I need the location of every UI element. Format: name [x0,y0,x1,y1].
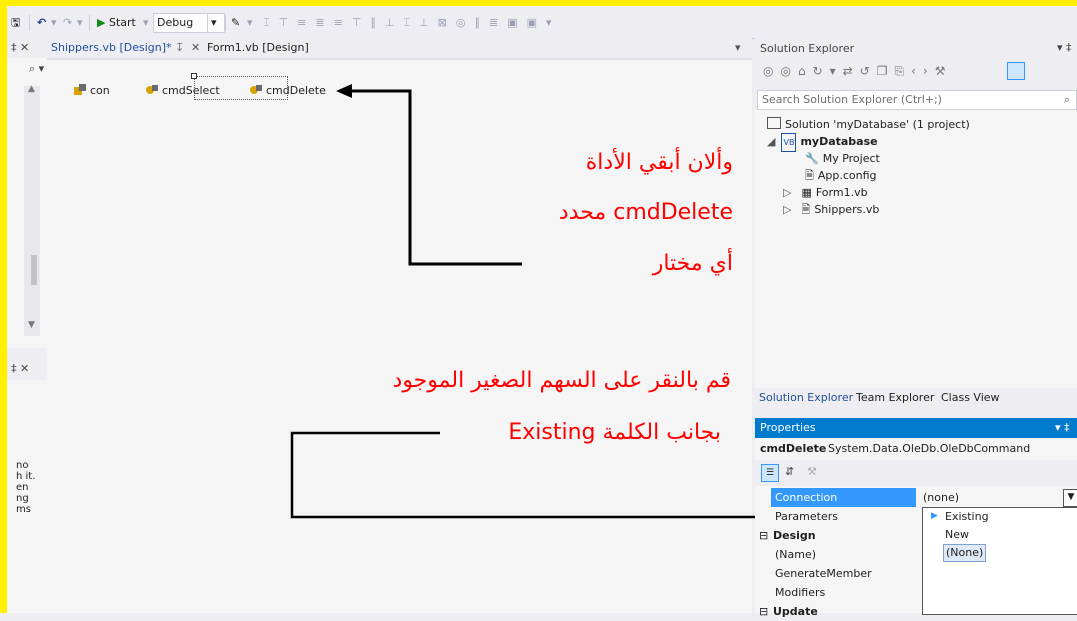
preview-icon[interactable] [1007,62,1025,80]
tree-label: Shippers.vb [814,203,880,216]
tree-label: App.config [817,169,877,182]
property-name: Modifiers [775,586,826,599]
properties-header: Properties ▾ ‡ [755,418,1077,438]
expand-icon[interactable]: ◢ [767,135,775,148]
property-row-connection[interactable]: Connection (none) ▼ [755,488,1077,507]
tab-team-explorer[interactable]: Team Explorer [856,391,934,404]
expand-arrow-icon[interactable]: ▶ [931,511,938,521]
object-type: System.Data.OleDb.OleDbCommand [828,442,1031,455]
property-name: (Name) [775,548,817,561]
category-label: Update [773,605,818,618]
property-name: Connection [771,488,916,507]
tree-item-form1[interactable]: ▷ ▦ Form1.vb [783,184,868,201]
solution-explorer-toolbar: ◎◎⌂↻▾⇄↺❐⎘‹›⚒ [755,58,1077,88]
tab-solution-explorer[interactable]: Solution Explorer [759,391,853,404]
annotation-text: cmdDelete محدد [558,200,733,225]
vb-project-icon: VB [781,133,797,152]
properties-pin-icon[interactable]: ▾ ‡ [1055,421,1070,434]
connection-dropdown-list: ▶ Existing New (None) [922,507,1077,615]
collapse-arrow-icon[interactable]: ▷ [783,186,791,199]
dropdown-item-none[interactable]: (None) [943,544,987,562]
tree-item-solution[interactable]: Solution 'myDatabase' (1 project) [767,116,970,133]
tree-label: Solution 'myDatabase' (1 project) [785,118,970,131]
dropdown-item-existing[interactable]: Existing [945,509,989,525]
property-name: GenerateMember [775,567,872,580]
tree-item-my-project[interactable]: 🔧 My Project [805,150,880,167]
explorer-tabs: Solution Explorer Team Explorer Class Vi… [755,388,1077,410]
collapse-icon[interactable]: ⊟ [759,526,768,545]
search-placeholder: Search Solution Explorer (Ctrl+;) [762,93,942,106]
tree-label: myDatabase [800,135,878,148]
category-label: Design [773,529,816,542]
dropdown-button[interactable]: ▼ [1063,489,1077,507]
solution-tree: Solution 'myDatabase' (1 project) ◢ VB myD… [755,110,1077,388]
wrench-icon: 🔧 [805,152,819,165]
file-icon: 🗎 [801,203,811,216]
properties-title: Properties [760,421,816,434]
solution-explorer-title: Solution Explorer [760,42,855,55]
config-file-icon: 🗎 [805,169,814,182]
properties-object-selector[interactable]: cmdDelete System.Data.OleDb.OleDbCommand [755,438,1077,460]
tree-item-shippers[interactable]: ▷ 🗎 Shippers.vb [783,201,879,218]
annotation-text: بجانب الكلمة Existing [508,420,721,445]
annotation-text: وألان أبقي الأداة [585,150,733,175]
property-value: (none) [923,491,960,504]
tree-item-app-config[interactable]: 🗎 App.config [805,167,877,184]
search-icon[interactable]: ⌕ [1064,93,1070,107]
tree-label: Form1.vb [815,186,868,199]
categorized-icon[interactable]: ☰ [761,464,779,482]
property-name: Parameters [775,510,838,523]
annotation-text: قم بالنقر على السهم الصغير الموجود [392,368,731,393]
alphabetical-icon[interactable]: ⇵ [785,465,794,478]
object-name: cmdDelete [760,442,827,455]
collapse-icon[interactable]: ⊟ [759,602,768,621]
solution-explorer-header: Solution Explorer ▾ ‡ [755,38,1077,58]
form-icon: ▦ [801,186,812,199]
solution-icon [767,117,781,129]
tab-class-view[interactable]: Class View [941,391,1000,404]
solution-explorer-search-input[interactable]: Search Solution Explorer (Ctrl+;) ⌕ [757,90,1077,110]
properties-toolbar: ☰ ⇵ ⚒ [755,460,1077,486]
property-pages-icon[interactable]: ⚒ [807,465,817,478]
solution-explorer-tools-icons[interactable]: ◎◎⌂↻▾⇄↺❐⎘‹›⚒ [763,64,952,79]
tree-item-project[interactable]: ◢ VB myDatabase [767,133,878,152]
pane-options-icon[interactable]: ▾ ‡ [1057,41,1072,54]
dropdown-item-new[interactable]: New [945,527,969,543]
collapse-arrow-icon[interactable]: ▷ [783,203,791,216]
annotation-text: أي مختار [652,251,733,276]
tree-label: My Project [822,152,880,165]
